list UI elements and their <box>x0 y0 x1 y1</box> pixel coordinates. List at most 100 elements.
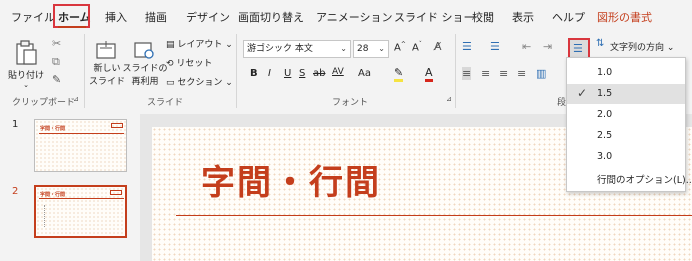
reset-label: リセット <box>176 59 213 69</box>
thumbnail-tag <box>111 123 123 128</box>
reuse-slides-icon <box>134 42 154 59</box>
checkmark-icon: ✓ <box>577 86 588 100</box>
grow-font-icon[interactable]: A^ <box>394 41 406 53</box>
tab-home-highlight <box>53 4 90 28</box>
line-spacing-option-3-0[interactable]: 3.0 <box>567 147 685 167</box>
new-slide-icon <box>96 41 116 59</box>
line-spacing-option-1-0[interactable]: 1.0 <box>567 63 685 83</box>
align-right-icon[interactable]: ≡ <box>499 67 508 80</box>
line-spacing-dropdown: 1.0 ✓ 1.5 2.0 2.5 3.0 行間のオプション(L)... <box>566 57 692 192</box>
option-label: 3.0 <box>597 151 613 162</box>
font-color-icon[interactable]: A <box>425 67 433 82</box>
align-left-icon[interactable]: ≡ <box>462 67 472 80</box>
option-label: 1.5 <box>597 88 613 99</box>
chevron-down-icon: ⌄ <box>378 44 385 53</box>
text-direction-icon[interactable]: ⇅ <box>596 38 604 49</box>
increase-indent-icon[interactable]: ⇥ <box>543 40 552 53</box>
thumbnail-number: 2 <box>12 186 19 197</box>
italic-button[interactable]: I <box>268 68 271 79</box>
tab-design[interactable]: デザイン <box>186 9 230 25</box>
reuse-slides-label-1: スライドの <box>122 64 168 74</box>
cut-icon[interactable]: ✂ <box>52 37 61 50</box>
slide-thumbnail-1[interactable]: 字間・行間 <box>34 119 127 172</box>
chevron-down-icon: ⌄ <box>23 80 29 89</box>
line-spacing-option-2-5[interactable]: 2.5 <box>567 126 685 146</box>
thumbnail-title: 字間・行間 <box>40 126 66 132</box>
tab-home-underline <box>58 26 86 28</box>
reuse-slides-label-2: 再利用 <box>131 77 159 87</box>
tab-animations[interactable]: アニメーション <box>316 9 393 25</box>
tab-help[interactable]: ヘルプ <box>552 9 585 25</box>
decrease-indent-icon[interactable]: ⇤ <box>522 40 531 53</box>
thumbnail-content-lines <box>44 205 65 227</box>
new-slide-button[interactable]: 新しい スライド <box>89 36 126 92</box>
copy-icon[interactable]: ⧉ <box>52 55 60 69</box>
tab-draw[interactable]: 描画 <box>145 9 167 25</box>
slides-group-label: スライド <box>147 98 184 108</box>
clear-formatting-icon[interactable]: A̸ <box>434 40 442 53</box>
text-direction-button[interactable]: 文字列の方向 ⌄ <box>610 40 674 53</box>
font-group-label: フォント <box>332 98 369 108</box>
thumbnail-tag <box>110 190 122 195</box>
option-label: 2.0 <box>597 109 613 120</box>
thumbnail-number: 1 <box>12 119 19 130</box>
tab-review[interactable]: 校閲 <box>472 9 494 25</box>
numbering-icon[interactable]: ☰ <box>490 40 500 53</box>
bullets-icon[interactable]: ☰ <box>462 40 472 53</box>
font-size-combo[interactable]: 28 ⌄ <box>353 40 389 58</box>
clipboard-group-label: クリップボード <box>12 98 76 108</box>
thumbnail-rule <box>39 133 124 134</box>
font-name-value: 游ゴシック 本文 <box>247 44 313 54</box>
ribbon-tab-bar: ファイル ホーム 挿入 描画 デザイン 画面切り替え アニメーション スライド … <box>0 0 692 30</box>
layout-icon: ▤ <box>166 40 175 50</box>
thumbnail-rule <box>39 198 124 199</box>
format-painter-icon[interactable]: ✎ <box>52 73 61 86</box>
line-spacing-option-1-5[interactable]: ✓ 1.5 <box>567 84 685 104</box>
bold-button[interactable]: B <box>250 68 258 79</box>
slide-title-rule <box>176 215 692 216</box>
line-spacing-icon: ☰ <box>573 42 583 55</box>
slide-title[interactable]: 字間・行間 <box>201 155 381 204</box>
reset-icon: ⟲ <box>166 59 174 69</box>
chevron-down-icon: ⌄ <box>340 44 347 53</box>
new-slide-label-2: スライド <box>89 77 126 87</box>
tab-transitions[interactable]: 画面切り替え <box>238 9 304 25</box>
shrink-font-icon[interactable]: Aˇ <box>412 41 422 53</box>
paste-button[interactable]: 貼り付け ⌄ <box>8 36 45 92</box>
slide-thumbnail-2[interactable]: 字間・行間 <box>34 185 127 238</box>
tab-insert[interactable]: 挿入 <box>105 9 127 25</box>
reset-button[interactable]: ⟲ リセット <box>166 56 212 69</box>
section-button[interactable]: ▭ セクション ⌄ <box>166 75 233 88</box>
change-case-button[interactable]: Aa <box>358 68 371 79</box>
text-direction-label: 文字列の方向 <box>610 43 665 53</box>
tab-shape-format[interactable]: 図形の書式 <box>597 9 652 25</box>
section-icon: ▭ <box>166 78 175 88</box>
line-spacing-options-more[interactable]: 行間のオプション(L)... <box>567 168 692 188</box>
paste-label: 貼り付け <box>8 70 45 81</box>
align-center-icon[interactable]: ≡ <box>481 67 490 80</box>
ribbon-separator <box>455 34 456 108</box>
font-launcher-icon[interactable]: ⊿ <box>446 95 452 103</box>
justify-icon[interactable]: ≡ <box>517 67 526 80</box>
paragraph-group-label: 段 <box>557 98 567 108</box>
ribbon-separator <box>84 34 85 108</box>
underline-button[interactable]: U <box>284 68 291 79</box>
shadow-button[interactable]: S <box>299 68 305 79</box>
tab-file[interactable]: ファイル <box>11 9 55 25</box>
character-spacing-button[interactable]: AV <box>332 67 344 77</box>
option-label: 1.0 <box>597 67 613 78</box>
line-spacing-option-2-0[interactable]: 2.0 <box>567 105 685 125</box>
tab-slideshow[interactable]: スライド ショー <box>394 9 475 25</box>
tab-view[interactable]: 表示 <box>512 9 534 25</box>
font-name-combo[interactable]: 游ゴシック 本文 ⌄ <box>243 40 351 58</box>
layout-label: レイアウト <box>177 40 223 50</box>
section-label: セクション <box>177 78 223 88</box>
strikethrough-button[interactable]: ab <box>313 68 325 79</box>
highlight-color-icon[interactable]: ✎ <box>394 67 404 82</box>
layout-button[interactable]: ▤ レイアウト ⌄ <box>166 37 233 50</box>
ribbon-separator <box>236 34 237 108</box>
columns-icon[interactable]: ▥ <box>536 67 546 80</box>
clipboard-launcher-icon[interactable]: ⊿ <box>73 95 79 103</box>
thumbnail-title: 字間・行間 <box>40 192 66 198</box>
reuse-slides-button[interactable]: スライドの 再利用 <box>123 36 168 92</box>
